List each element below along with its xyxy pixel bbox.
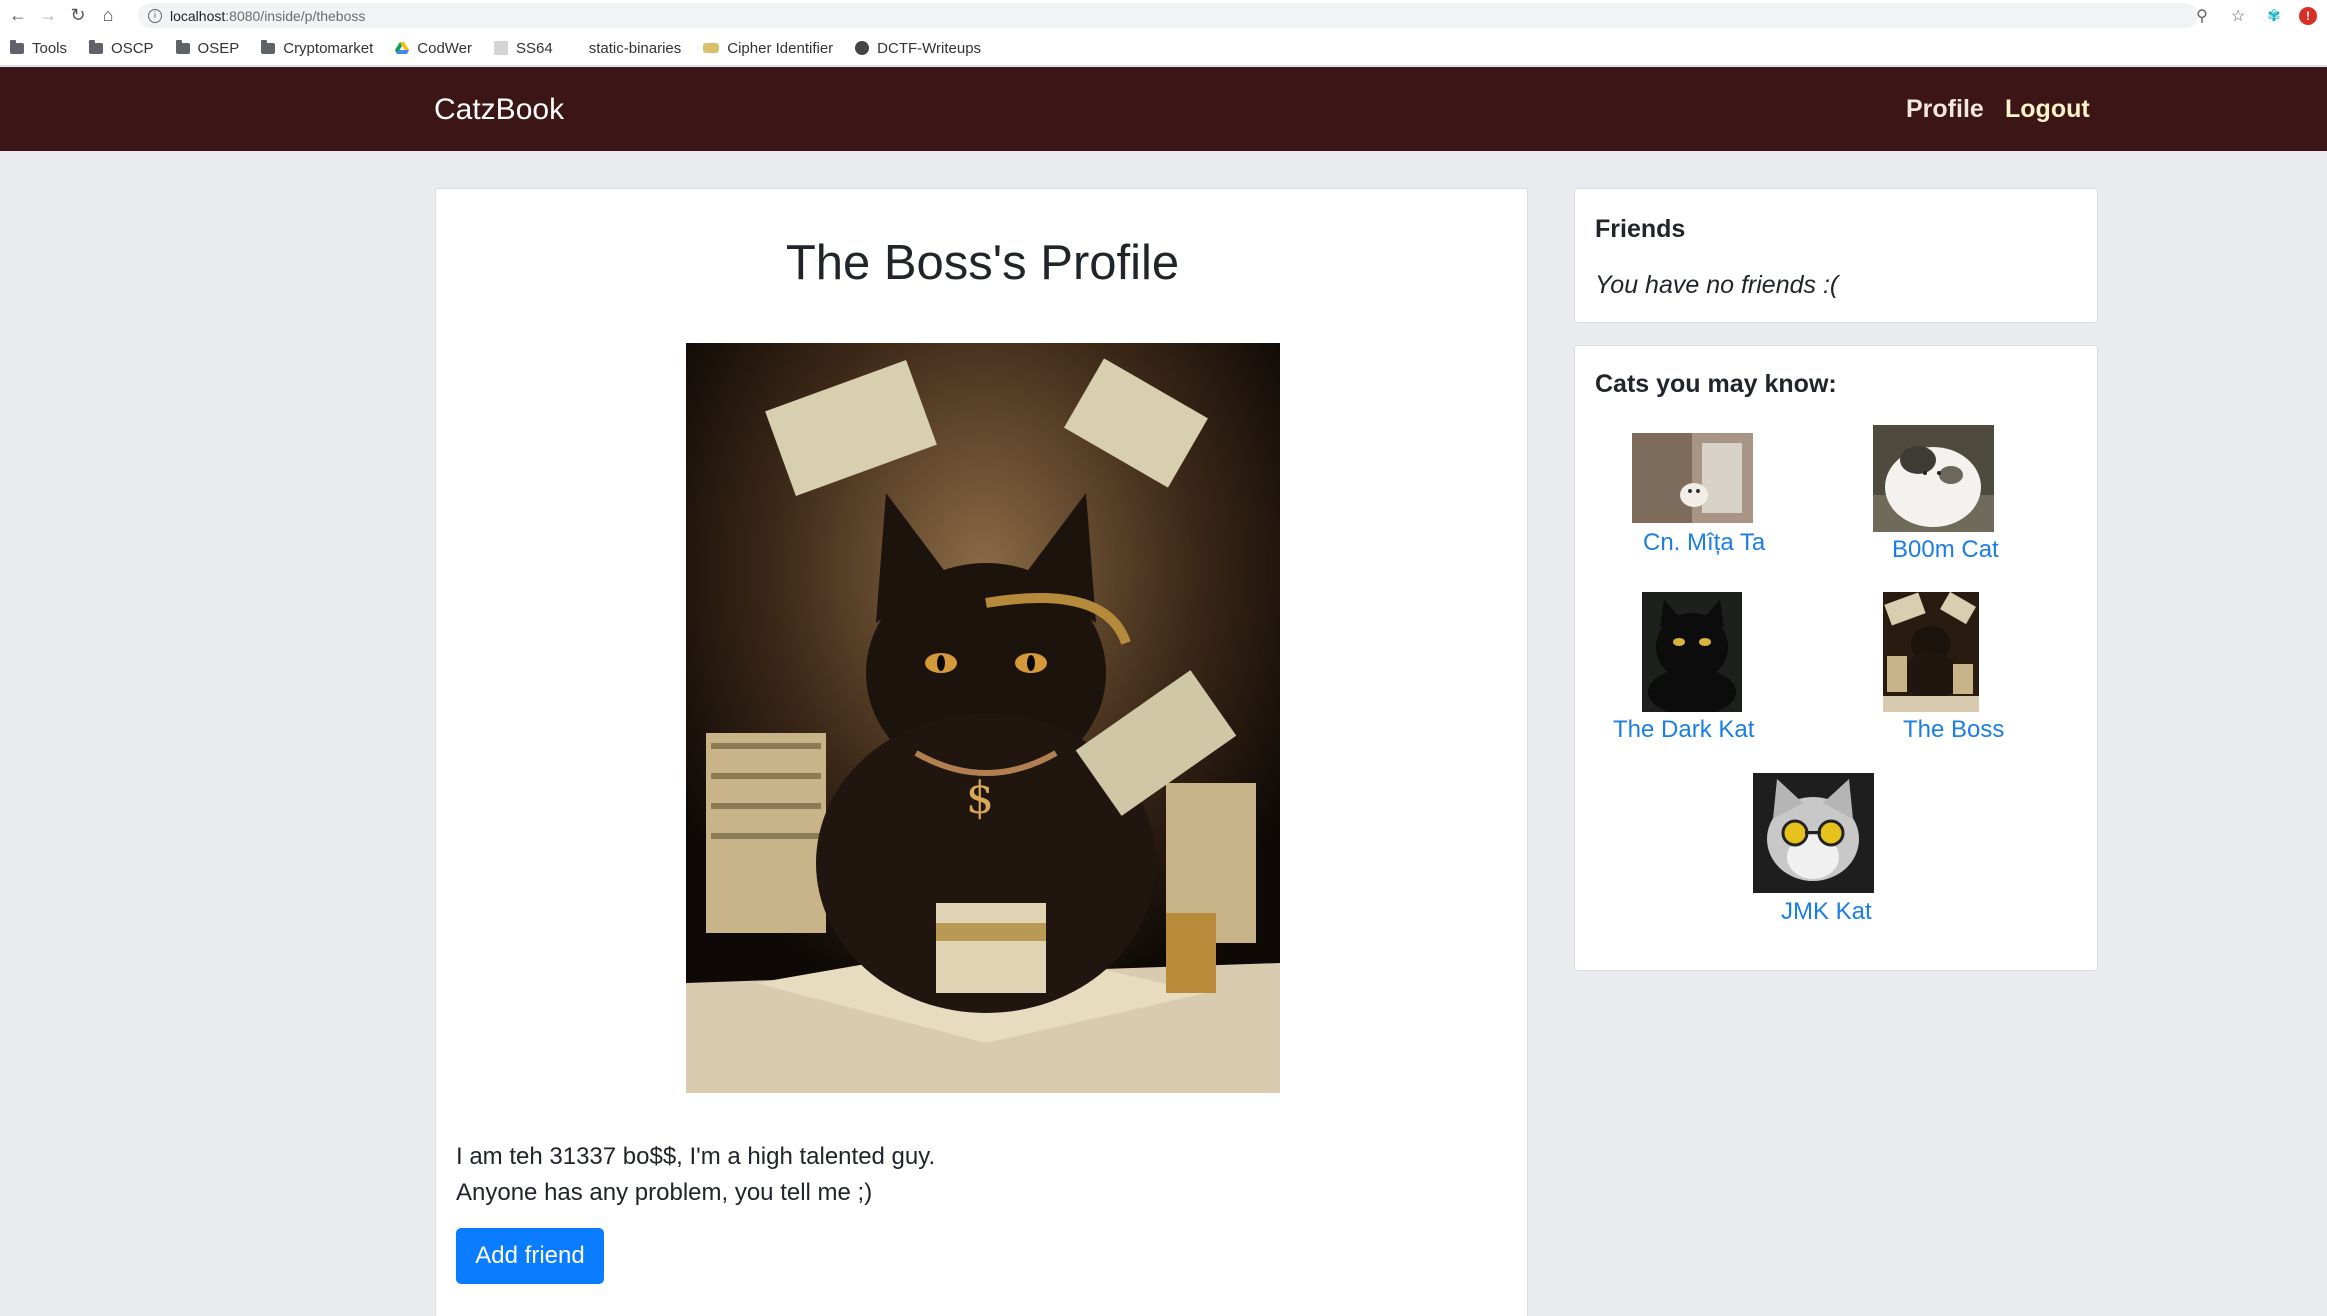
cat-photo [1883,592,1979,712]
home-icon[interactable]: ⌂ [96,4,120,28]
site-info-icon[interactable]: i [148,8,162,23]
bio-line: Anyone has any problem, you tell me ;) [456,1179,873,1206]
folder-icon [175,39,190,54]
bookmark-item[interactable]: Cryptomarket [261,39,373,57]
cat-thumbnail[interactable] [1873,425,1994,532]
bookmark-item[interactable]: static-binaries [589,40,682,57]
friends-card: Friends You have no friends :( [1574,188,2098,323]
bio-line: I am teh 31337 bo$$, I'm a high talented… [456,1143,936,1170]
browser-chrome: ← → ↻ ⌂ i localhost:8080/inside/p/thebos… [0,0,2327,66]
cat-photo [1873,425,1994,532]
suggestions-card: Cats you may know: Cn. Mîța Ta B00m Cat … [1574,345,2098,971]
folder-icon [261,39,276,54]
cat-name-link[interactable]: The Dark Kat [1613,716,1754,744]
svg-text:$: $ [966,773,994,824]
nav-logout-link[interactable]: Logout [2005,95,2090,124]
page-title: The Boss's Profile [785,236,1180,290]
bookmark-item[interactable]: Cipher Identifier [703,40,833,57]
reload-icon[interactable]: ↻ [66,4,90,28]
bookmark-star-icon[interactable]: ☆ [2227,5,2249,27]
profile-photo: $ [686,343,1280,1093]
coin-icon [703,43,720,53]
profile-bio: I am teh 31337 bo$$, I'm a high talented… [456,1139,935,1211]
cat-photo [1753,773,1874,893]
profile-extension-icon[interactable]: ! [2299,6,2317,25]
cat-name-link[interactable]: JMK Kat [1781,898,1872,926]
zoom-icon[interactable]: ⚲ [2191,5,2213,27]
site-navbar: CatzBook Profile Logout [0,67,2327,151]
cat-photo [1642,592,1742,712]
globe-icon [855,41,870,55]
page-icon [494,41,509,55]
boss-cat-image: $ [686,343,1280,1093]
cat-name-link[interactable]: Cn. Mîța Ta [1643,529,1765,557]
cat-thumbnail[interactable] [1642,592,1742,712]
google-drive-icon [395,41,410,54]
cat-thumbnail[interactable] [1883,592,1979,712]
no-friends-text: You have no friends :( [1595,271,1839,299]
extension-icon[interactable]: ✾ [2263,5,2285,27]
bookmarks-bar: Tools OSCP OSEP Cryptomarket CodWer SS64… [0,35,993,61]
bookmark-item[interactable]: OSEP [175,39,239,57]
friends-title: Friends [1595,215,1686,243]
profile-card: The Boss's Profile $ I am teh 31337 bo$$… [435,188,1528,1316]
nav-profile-link[interactable]: Profile [1906,95,1984,124]
bookmark-item[interactable]: DCTF-Writeups [855,40,981,57]
bookmark-item[interactable]: SS64 [494,40,553,57]
cat-thumbnail[interactable] [1753,773,1874,893]
suggestions-title: Cats you may know: [1595,370,1837,398]
add-friend-button[interactable]: Add friend [456,1228,604,1284]
cat-photo [1632,433,1753,523]
bookmark-item[interactable]: OSCP [89,39,154,57]
cat-name-link[interactable]: B00m Cat [1892,536,1999,564]
address-bar[interactable]: i localhost:8080/inside/p/theboss [138,3,2198,28]
folder-icon [89,39,104,54]
cat-thumbnail[interactable] [1632,433,1753,523]
brand-link[interactable]: CatzBook [434,93,564,127]
back-arrow-icon[interactable]: ← [6,4,30,28]
url-host: localhost [170,7,226,24]
bookmark-item[interactable]: Tools [10,39,67,57]
forward-arrow-icon[interactable]: → [36,4,60,28]
url-path: :8080/inside/p/theboss [225,7,366,24]
cat-name-link[interactable]: The Boss [1903,716,2004,744]
bookmark-item[interactable]: CodWer [395,40,472,57]
folder-icon [10,39,24,54]
